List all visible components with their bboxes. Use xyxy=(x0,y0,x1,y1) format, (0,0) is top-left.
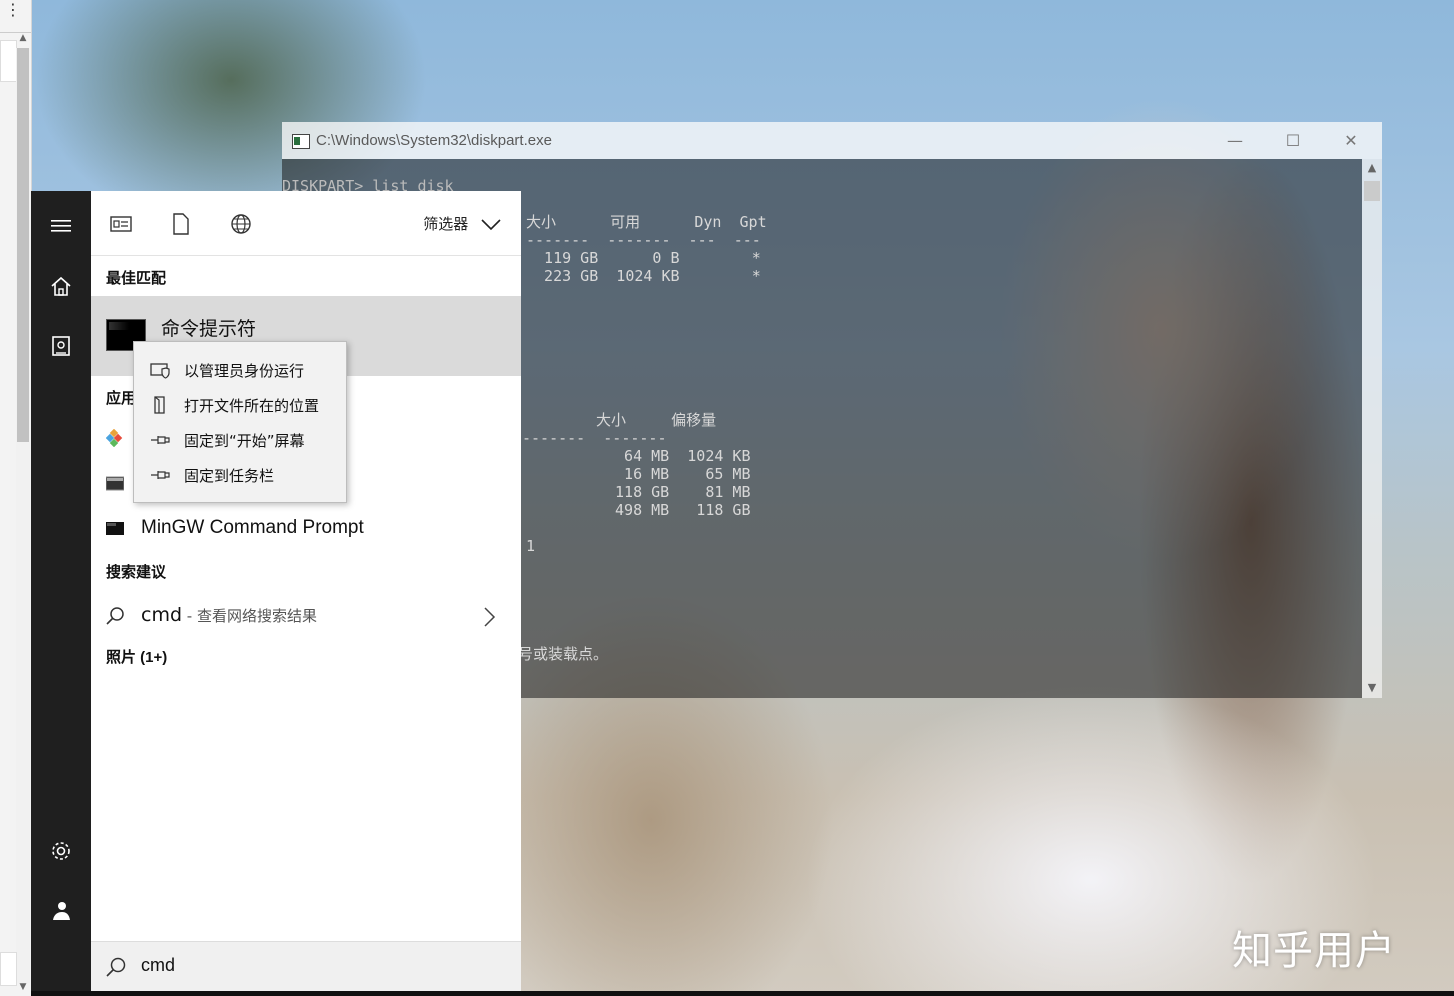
home-icon[interactable] xyxy=(49,275,73,299)
suggestion-label: cmd - 查看网络搜索结果 xyxy=(141,604,317,626)
apps-tab-icon[interactable] xyxy=(110,213,132,235)
context-item-pin-taskbar[interactable]: 固定到任务栏 xyxy=(134,457,346,492)
start-menu-panel: 筛选器 最佳匹配 命令提示符 应用 MinGW Command Prompt 搜… xyxy=(91,191,521,992)
console-line: 16 MB 65 MB xyxy=(606,465,751,483)
terminal-icon xyxy=(106,522,124,535)
best-match-label: 命令提示符 xyxy=(161,318,257,340)
console-line: 223 GB 1024 KB * xyxy=(526,267,761,285)
console-icon xyxy=(106,476,124,491)
pin-icon xyxy=(151,471,170,479)
scrollbar-thumb[interactable] xyxy=(17,48,29,442)
user-icon[interactable] xyxy=(49,899,73,923)
console-line: 119 GB 0 B * xyxy=(526,249,761,267)
search-input[interactable]: cmd xyxy=(141,955,175,976)
console-line: 118 GB 81 MB xyxy=(606,483,751,501)
scroll-up-arrow-icon[interactable]: ▲ xyxy=(16,33,30,47)
app-list-item[interactable]: MinGW Command Prompt xyxy=(91,509,521,549)
document-icon[interactable] xyxy=(49,334,73,358)
shield-icon xyxy=(150,363,170,379)
console-line: 大小 偏移量 xyxy=(596,411,717,429)
apps-heading: 应用 xyxy=(106,389,137,407)
side-panel-box-bottom xyxy=(0,952,17,986)
taskbar-edge xyxy=(31,991,1454,996)
web-tab-icon[interactable] xyxy=(230,213,252,235)
suggestion-sub: - 查看网络搜索结果 xyxy=(182,607,317,625)
context-menu: 以管理员身份运行 打开文件所在的位置 固定到“开始”屏幕 固定到任务栏 xyxy=(133,341,347,503)
hamburger-icon[interactable] xyxy=(49,214,73,238)
console-app-icon xyxy=(292,134,310,149)
context-item-label: 固定到任务栏 xyxy=(184,467,275,485)
console-line: 1 xyxy=(526,537,536,555)
console-line: 大小 可用 Dyn Gpt xyxy=(526,213,767,231)
search-icon xyxy=(106,957,126,977)
search-suggestions-heading: 搜索建议 xyxy=(106,563,167,581)
filter-dropdown[interactable]: 筛选器 xyxy=(423,213,501,234)
app-label: MinGW Command Prompt xyxy=(141,517,364,538)
folder-icon xyxy=(154,396,165,414)
more-options-icon[interactable]: ⋮ xyxy=(5,2,21,18)
minimize-button[interactable]: — xyxy=(1206,122,1264,159)
browser-side-strip: ⋮ ▲ ▼ xyxy=(0,0,32,996)
context-item-open-location[interactable]: 打开文件所在的位置 xyxy=(134,387,346,422)
photos-heading: 照片 (1+) xyxy=(106,649,168,666)
suggestion-query: cmd xyxy=(141,604,183,626)
console-line: ------- ------- xyxy=(522,429,667,447)
search-icon xyxy=(106,607,124,625)
filter-label: 筛选器 xyxy=(423,215,469,233)
console-line: 498 MB 118 GB xyxy=(606,501,751,519)
context-item-label: 固定到“开始”屏幕 xyxy=(184,432,305,450)
best-match-heading: 最佳匹配 xyxy=(106,269,167,287)
side-panel-box xyxy=(0,40,17,82)
chevron-down-icon xyxy=(481,219,501,231)
console-line: 号或装载点。 xyxy=(518,645,609,663)
search-box[interactable]: cmd xyxy=(91,941,521,992)
scroll-up-arrow-icon[interactable]: ▲ xyxy=(1362,161,1382,174)
scroll-down-arrow-icon[interactable]: ▼ xyxy=(1362,681,1382,694)
console-scrollbar[interactable]: ▲ ▼ xyxy=(1362,159,1382,698)
close-button[interactable]: ✕ xyxy=(1322,122,1380,159)
start-menu-rail xyxy=(31,191,91,991)
web-search-suggestion[interactable]: cmd - 查看网络搜索结果 xyxy=(91,596,521,636)
pin-icon xyxy=(151,436,170,444)
documents-tab-icon[interactable] xyxy=(170,213,192,235)
context-item-run-as-admin[interactable]: 以管理员身份运行 xyxy=(134,352,346,387)
context-item-label: 打开文件所在的位置 xyxy=(184,397,320,415)
git-icon xyxy=(106,429,123,447)
console-line: 64 MB 1024 KB xyxy=(606,447,751,465)
maximize-button[interactable]: ☐ xyxy=(1264,122,1322,159)
watermark: 知乎用户 xyxy=(1232,928,1396,974)
search-scope-tabs: 筛选器 xyxy=(91,191,521,256)
console-title: C:\Windows\System32\diskpart.exe xyxy=(316,132,552,149)
console-line: ------- ------- --- --- xyxy=(526,231,761,249)
scroll-down-arrow-icon[interactable]: ▼ xyxy=(16,982,30,996)
context-item-pin-start[interactable]: 固定到“开始”屏幕 xyxy=(134,422,346,457)
console-titlebar[interactable]: C:\Windows\System32\diskpart.exe — ☐ ✕ xyxy=(282,122,1382,159)
chevron-right-icon[interactable] xyxy=(484,607,496,627)
context-item-label: 以管理员身份运行 xyxy=(184,362,305,380)
console-scroll-thumb[interactable] xyxy=(1364,181,1380,201)
gear-icon[interactable] xyxy=(49,839,73,863)
